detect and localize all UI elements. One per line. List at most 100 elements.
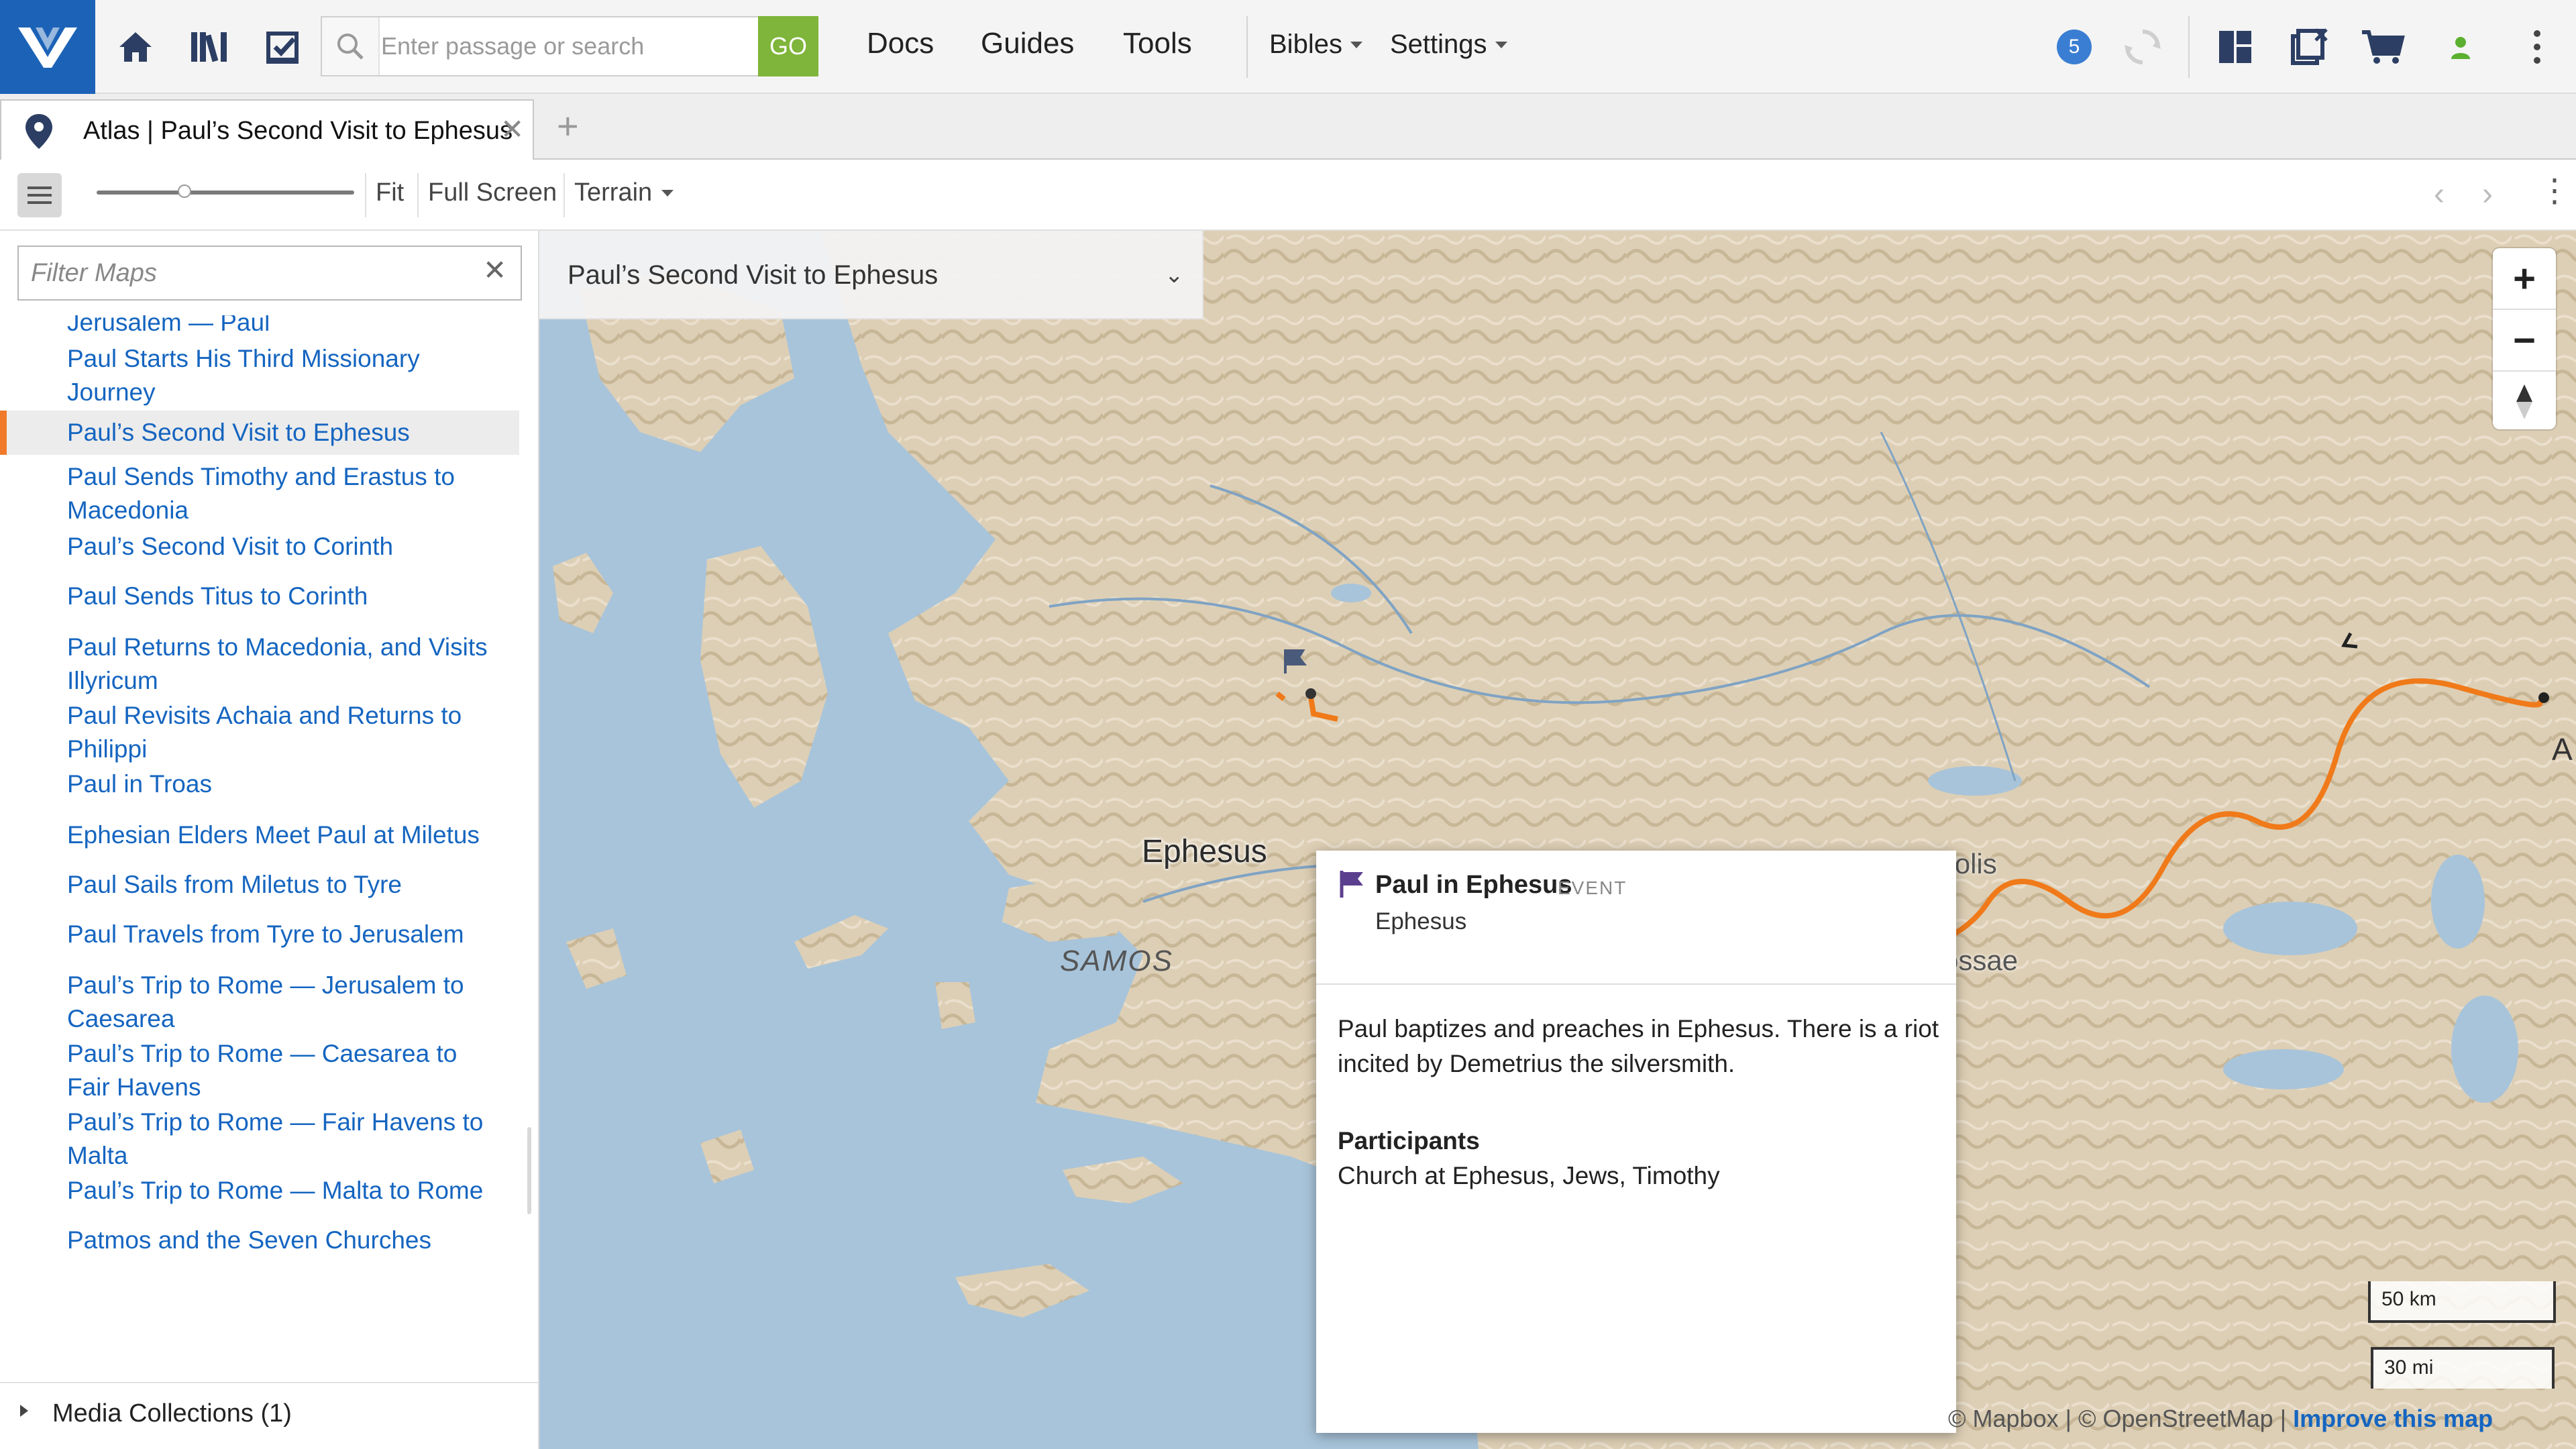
divider <box>1246 16 1248 78</box>
attribution-separator: | <box>2065 1405 2072 1432</box>
bibles-menu[interactable]: Bibles <box>1269 30 1362 60</box>
filter-maps-input[interactable] <box>19 247 462 299</box>
chevron-down-icon <box>1350 41 1362 48</box>
media-collections-label: Media Collections (1) <box>52 1399 292 1428</box>
map-list-item[interactable]: Paul’s Trip to Rome — Malta to Rome <box>0 1174 519 1218</box>
scale-mi: 30 mi <box>2371 1347 2555 1389</box>
sync-icon[interactable] <box>2114 19 2171 75</box>
filter-box: ✕ <box>17 246 522 301</box>
map-list-item[interactable]: Paul Starts His Third Missionary Journey <box>0 342 519 409</box>
popup-header: Paul in Ephesus EVENT Ephesus <box>1316 851 1956 985</box>
search-icon <box>322 17 380 75</box>
panel-menu-icon[interactable]: ⋮ <box>2538 172 2571 209</box>
map-list-item[interactable]: Paul’s Second Visit to Ephesus <box>0 411 519 455</box>
library-icon[interactable] <box>181 19 237 75</box>
layout-icon[interactable] <box>2207 19 2263 75</box>
divider <box>417 173 419 217</box>
flag-icon <box>1339 869 1366 902</box>
tab-bar: Atlas | Paul’s Second Visit to Ephesus ✕… <box>0 94 2576 160</box>
more-menu-icon[interactable] <box>2509 19 2565 75</box>
media-collections-row[interactable]: Media Collections (1) <box>0 1382 538 1449</box>
zoom-in-button[interactable]: + <box>2493 248 2556 309</box>
place-label-ephesus[interactable]: Ephesus <box>1142 833 1267 870</box>
participants-label: Participants <box>1338 1127 1480 1155</box>
map-list-item[interactable]: Paul’s Second Visit to Corinth <box>0 530 519 574</box>
mapbox-link[interactable]: © Mapbox <box>1948 1405 2059 1432</box>
scale-km: 50 km <box>2368 1281 2556 1323</box>
close-panels-icon[interactable] <box>2281 19 2337 75</box>
close-icon[interactable]: ✕ <box>500 113 524 146</box>
map-view[interactable]: Paul’s Second Visit to Ephesus ⌄ Ephesus… <box>539 231 2576 1449</box>
place-label-edge[interactable]: A <box>2552 731 2573 767</box>
map-list-sidebar: ✕ Jerusalem — Paul Paul Starts His Third … <box>0 231 539 1449</box>
tab-title: Atlas | Paul’s Second Visit to Ephesus <box>83 117 513 145</box>
zoom-slider[interactable] <box>97 184 354 198</box>
improve-map-link[interactable]: Improve this map <box>2293 1405 2493 1432</box>
search-input-wrap <box>381 17 757 75</box>
back-arrow-icon[interactable]: ‹ <box>2434 176 2445 213</box>
divider <box>365 173 366 217</box>
notifications-badge[interactable]: 5 <box>2057 30 2092 64</box>
map-list-item[interactable]: Paul’s Trip to Rome — Fair Havens to Mal… <box>0 1106 519 1173</box>
user-avatar-icon[interactable] <box>2432 19 2489 75</box>
nav-docs[interactable]: Docs <box>867 27 934 60</box>
map-attribution: © Mapbox | © OpenStreetMap | Improve thi… <box>1948 1405 2493 1433</box>
map-list-item[interactable]: Paul Travels from Tyre to Jerusalem <box>0 918 519 962</box>
popup-place[interactable]: Ephesus <box>1375 908 1466 935</box>
expand-arrow-icon <box>20 1405 28 1417</box>
chevron-down-icon <box>661 189 674 197</box>
atlas-toolbar: Fit Full Screen Terrain ‹ › ⋮ <box>0 160 2576 231</box>
reading-plan-icon[interactable] <box>255 19 311 75</box>
fit-button[interactable]: Fit <box>376 178 404 207</box>
map-list-item[interactable]: Paul Returns to Macedonia, and Visits Il… <box>0 631 519 698</box>
compass-button[interactable] <box>2493 372 2556 432</box>
list-scrollbar[interactable] <box>527 1127 531 1214</box>
chevron-down-icon[interactable]: ⌄ <box>1165 262 1184 288</box>
map-list-item[interactable]: Paul’s Trip to Rome — Jerusalem to Caesa… <box>0 969 519 1036</box>
panel-toggle-button[interactable] <box>17 173 62 217</box>
chevron-down-icon <box>1495 41 1507 48</box>
search-box <box>321 16 818 76</box>
attribution-separator: | <box>2279 1405 2287 1432</box>
terrain-dropdown[interactable]: Terrain <box>574 178 674 207</box>
zoom-slider-handle[interactable] <box>178 184 191 198</box>
map-list-item[interactable]: Paul’s Trip to Rome — Caesarea to Fair H… <box>0 1037 519 1104</box>
map-list-item[interactable]: Patmos and the Seven Churches <box>0 1224 519 1268</box>
patmos-island <box>935 982 975 1029</box>
clear-filter-icon[interactable]: ✕ <box>483 254 506 286</box>
map-list-item[interactable]: Paul Revisits Achaia and Returns to Phil… <box>0 699 519 766</box>
forward-arrow-icon[interactable]: › <box>2482 176 2493 213</box>
cart-icon[interactable] <box>2355 19 2411 75</box>
map-list-item[interactable]: Paul Sails from Miletus to Tyre <box>0 868 519 912</box>
popup-description: Paul baptizes and preaches in Ephesus. T… <box>1338 1015 1939 1077</box>
home-icon[interactable] <box>107 19 164 75</box>
nav-guides[interactable]: Guides <box>981 27 1074 60</box>
popup-type-badge: EVENT <box>1558 877 1627 898</box>
settings-label: Settings <box>1390 30 1487 59</box>
event-popup: Paul in Ephesus EVENT Ephesus Paul bapti… <box>1316 851 1956 1433</box>
map-list-item[interactable]: Paul Sends Timothy and Erastus to Macedo… <box>0 460 519 527</box>
compass-icon <box>2516 384 2532 419</box>
map-list: Jerusalem — Paul Paul Starts His Third Mi… <box>0 315 527 1346</box>
settings-menu[interactable]: Settings <box>1390 30 1507 60</box>
logo-icon <box>18 28 77 68</box>
map-list-item[interactable]: Ephesian Elders Meet Paul at Miletus <box>0 818 519 863</box>
map-list-item[interactable]: Paul in Troas <box>0 767 519 812</box>
map-list-item[interactable]: Jerusalem — Paul <box>0 315 519 339</box>
logos-logo[interactable] <box>0 0 95 94</box>
osm-link[interactable]: © OpenStreetMap <box>2078 1405 2273 1432</box>
search-input[interactable] <box>381 17 757 75</box>
full-screen-button[interactable]: Full Screen <box>428 178 557 207</box>
zoom-out-button[interactable]: − <box>2493 310 2556 370</box>
map-pin-icon <box>24 113 54 154</box>
go-button[interactable]: GO <box>758 16 818 76</box>
bibles-label: Bibles <box>1269 30 1342 59</box>
map-list-item[interactable]: Paul Sends Titus to Corinth <box>0 580 519 624</box>
divider <box>564 173 565 217</box>
divider <box>2188 16 2190 78</box>
add-tab-icon[interactable]: + <box>557 107 579 145</box>
map-title-bar[interactable]: Paul’s Second Visit to Ephesus ⌄ <box>539 231 1203 319</box>
popup-title[interactable]: Paul in Ephesus <box>1375 871 1572 900</box>
nav-tools[interactable]: Tools <box>1123 27 1192 60</box>
tab-atlas[interactable]: Atlas | Paul’s Second Visit to Ephesus ✕ <box>0 99 534 160</box>
